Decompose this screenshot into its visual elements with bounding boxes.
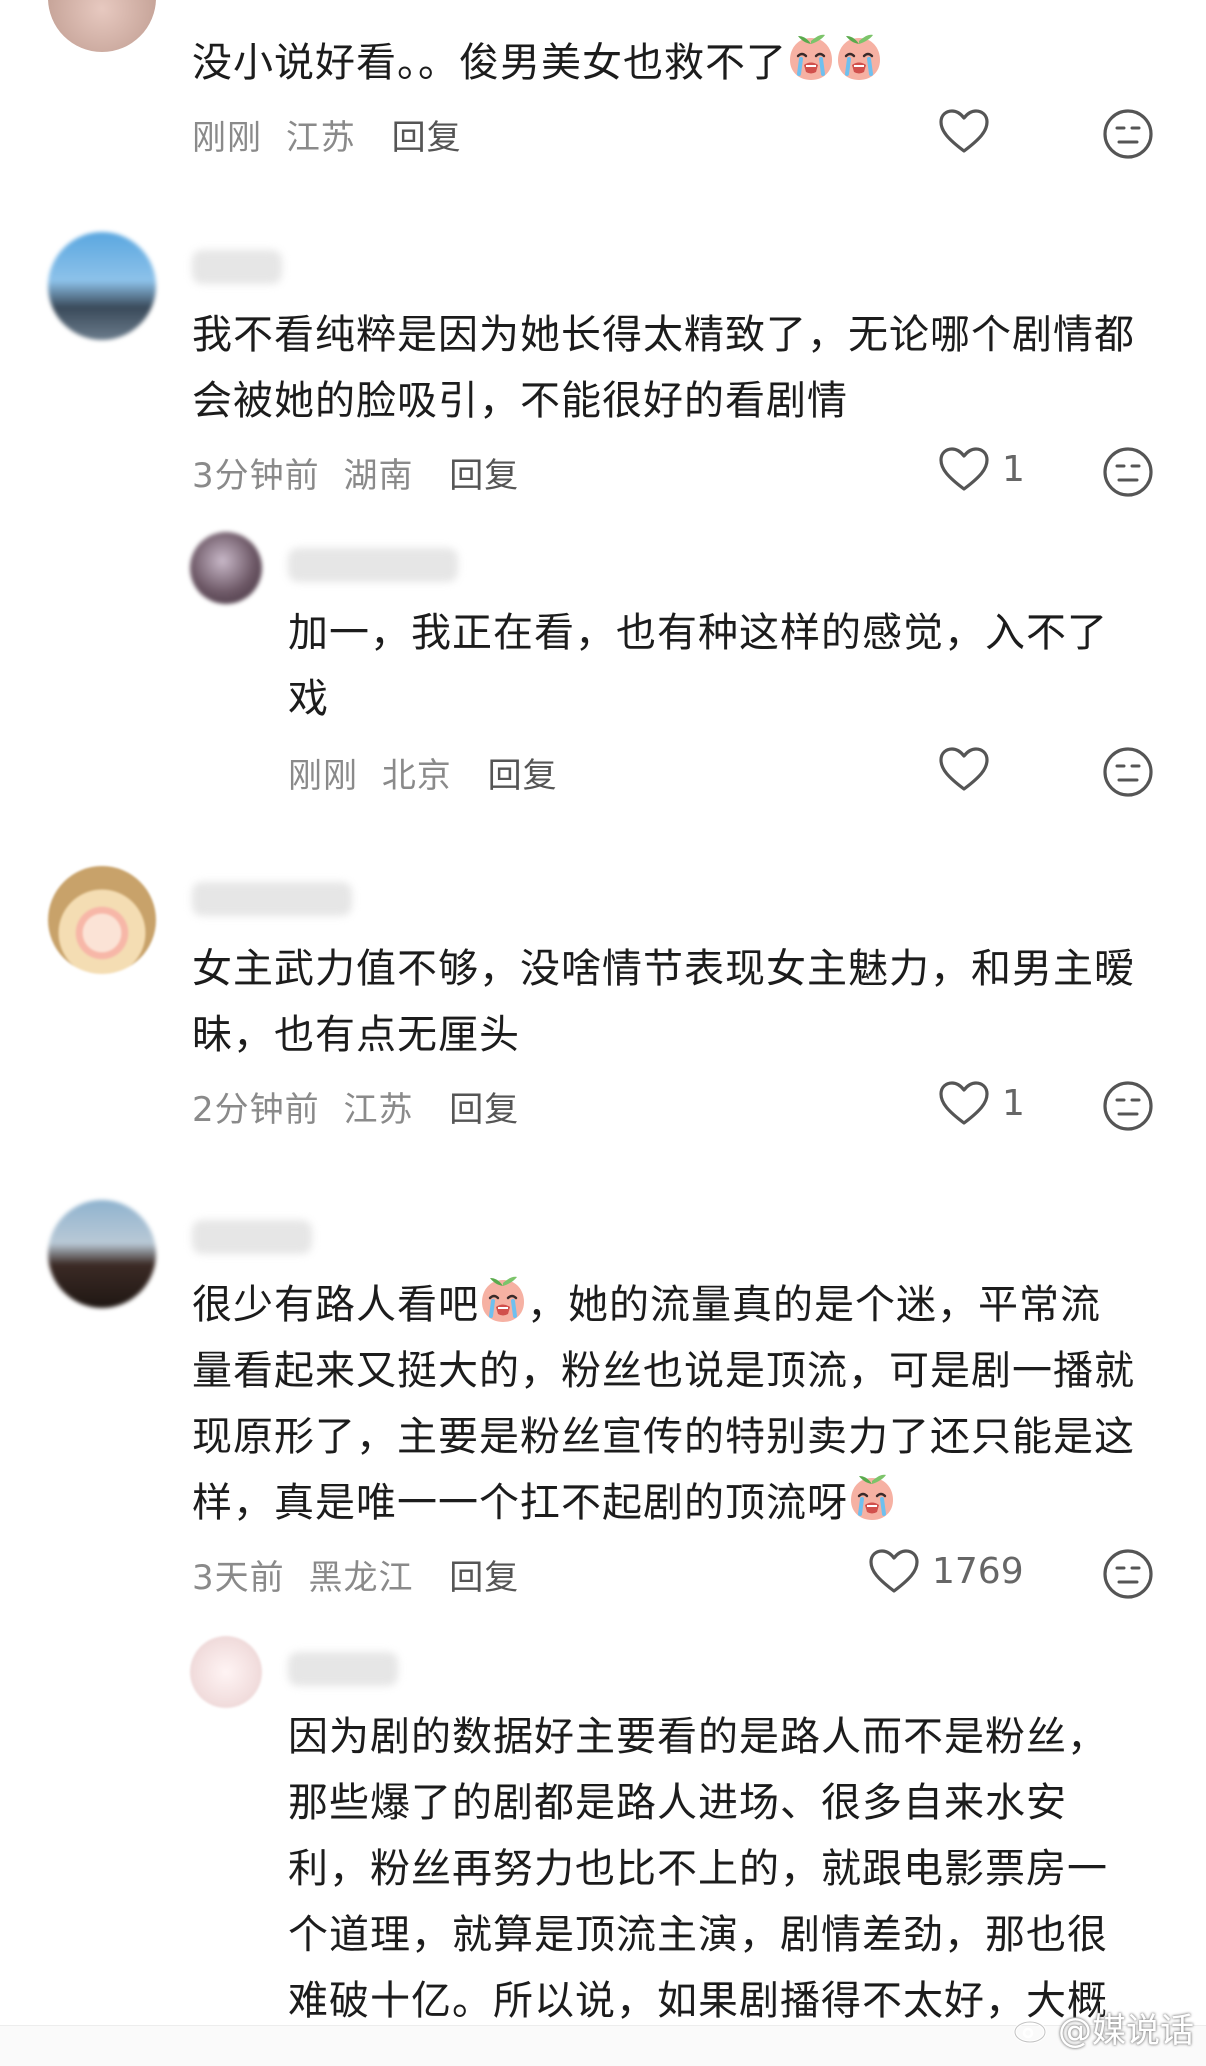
username-blurred[interactable] bbox=[192, 882, 352, 916]
comment-text: 我不看纯粹是因为她长得太精致了，无论哪个剧情都 会被她的脸吸引，不能很好的看剧情 bbox=[192, 312, 1135, 424]
like-button[interactable]: 1769 bbox=[868, 1548, 1024, 1594]
like-button[interactable]: 1 bbox=[938, 446, 1025, 492]
heart-outline-icon bbox=[939, 109, 989, 153]
comment-time: 刚刚 bbox=[288, 756, 358, 796]
comment-text: 加一，我正在看，也有种这样的感觉，入不了 戏 bbox=[288, 610, 1108, 722]
heart-outline-icon bbox=[939, 747, 989, 791]
watermark: @媒说话 bbox=[1012, 2003, 1194, 2052]
reply-button[interactable]: 回复 bbox=[392, 118, 462, 158]
reply-button[interactable]: 回复 bbox=[449, 1558, 519, 1598]
comment-location: 北京 bbox=[381, 756, 452, 796]
crying-peach-emoji bbox=[788, 32, 834, 82]
heart-outline-icon bbox=[939, 447, 989, 491]
comment-meta: 刚刚 北京 回复 bbox=[288, 748, 558, 797]
username-blurred[interactable] bbox=[288, 548, 458, 582]
crying-peach-emoji bbox=[849, 1472, 895, 1522]
comment-text: 没小说好看。。俊男美女也救不了 bbox=[192, 30, 883, 96]
heart-outline-icon bbox=[869, 1549, 919, 1593]
like-button[interactable]: 1 bbox=[938, 1080, 1025, 1126]
comment-text: 女主武力值不够，没啥情节表现女主魅力，和男主暧 昧，也有点无厘头 bbox=[192, 946, 1135, 1058]
comment-location: 黑龙江 bbox=[308, 1558, 414, 1598]
avatar[interactable] bbox=[48, 0, 156, 52]
neutral-face-icon[interactable] bbox=[1102, 446, 1154, 498]
comment-time: 刚刚 bbox=[192, 118, 262, 158]
like-count: 1769 bbox=[932, 1550, 1024, 1592]
neutral-face-icon[interactable] bbox=[1102, 1080, 1154, 1132]
comment-text: 因为剧的数据好主要看的是路人而不是粉丝， 那些爆了的剧都是路人进场、很多自来水安… bbox=[288, 1714, 1108, 2024]
avatar[interactable] bbox=[190, 532, 262, 604]
neutral-face-icon[interactable] bbox=[1102, 746, 1154, 798]
comment-location: 江苏 bbox=[285, 118, 356, 158]
comment-meta: 3天前 黑龙江 回复 bbox=[192, 1550, 519, 1599]
username-blurred[interactable] bbox=[192, 250, 282, 284]
avatar[interactable] bbox=[48, 1200, 156, 1308]
like-button[interactable] bbox=[938, 746, 990, 792]
comment-time: 3分钟前 bbox=[192, 456, 320, 496]
comment-meta: 2分钟前 江苏 回复 bbox=[192, 1082, 519, 1131]
neutral-face-icon[interactable] bbox=[1102, 108, 1154, 160]
username-blurred[interactable] bbox=[288, 1652, 398, 1686]
crying-peach-emoji bbox=[480, 1274, 526, 1324]
weibo-logo-icon bbox=[1013, 2014, 1050, 2043]
like-count: 1 bbox=[1002, 448, 1025, 490]
avatar[interactable] bbox=[48, 232, 156, 340]
avatar[interactable] bbox=[190, 1636, 262, 1708]
reply-button[interactable]: 回复 bbox=[449, 456, 519, 496]
crying-peach-emoji bbox=[836, 32, 882, 82]
username-blurred[interactable] bbox=[192, 1220, 312, 1254]
comment-location: 江苏 bbox=[343, 1090, 414, 1130]
comment-location: 湖南 bbox=[343, 456, 414, 496]
neutral-face-icon[interactable] bbox=[1102, 1548, 1154, 1600]
like-count: 1 bbox=[1002, 1082, 1025, 1124]
comment-time: 2分钟前 bbox=[192, 1090, 320, 1130]
reply-button[interactable]: 回复 bbox=[488, 756, 558, 796]
like-button[interactable] bbox=[938, 108, 990, 154]
watermark-text: @媒说话 bbox=[1058, 2011, 1194, 2051]
comment-meta: 3分钟前 湖南 回复 bbox=[192, 448, 519, 497]
comment-time: 3天前 bbox=[192, 1558, 285, 1598]
comment-meta: 刚刚 江苏 回复 bbox=[192, 110, 462, 159]
avatar[interactable] bbox=[48, 866, 156, 974]
comment-text: 很少有路人看吧 ，她的流量真的是个迷，平常流 量看起来又挺大的，粉丝也说是顶流，可… bbox=[192, 1272, 1135, 1536]
reply-button[interactable]: 回复 bbox=[449, 1090, 519, 1130]
heart-outline-icon bbox=[939, 1081, 989, 1125]
